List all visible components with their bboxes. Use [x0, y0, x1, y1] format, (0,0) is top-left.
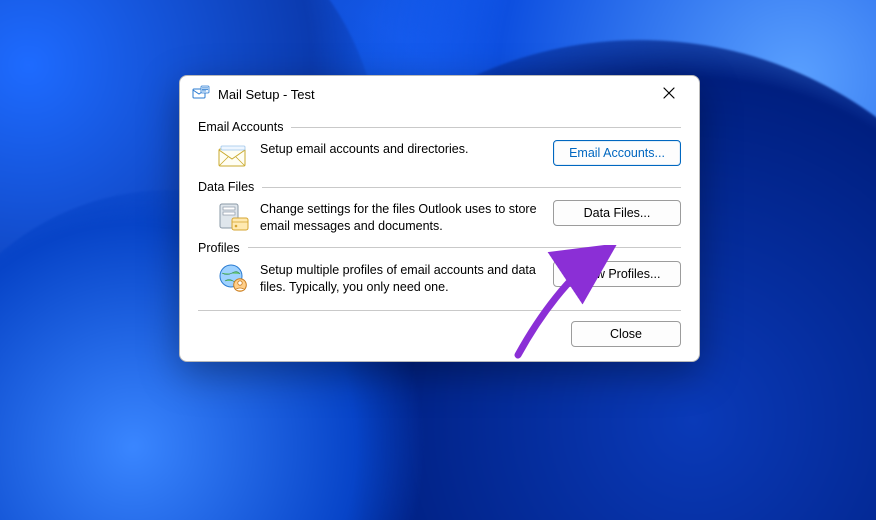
data-files-desc: Change settings for the files Outlook us…: [260, 200, 541, 235]
email-accounts-desc: Setup email accounts and directories.: [260, 140, 541, 158]
divider: [262, 187, 681, 188]
close-dialog-button[interactable]: Close: [571, 321, 681, 347]
close-icon: [663, 87, 675, 102]
group-heading-profiles: Profiles: [198, 241, 240, 255]
dialog-footer: Close: [198, 321, 681, 347]
dialog-body: Email Accounts Setup email accounts and …: [180, 112, 699, 361]
group-email-accounts: Email Accounts Setup email accounts and …: [198, 120, 681, 174]
desktop-wallpaper: Mail Setup - Test Email Accounts: [0, 0, 876, 520]
close-button[interactable]: [649, 80, 689, 108]
group-heading-email: Email Accounts: [198, 120, 283, 134]
profile-globe-icon: [216, 261, 250, 295]
divider: [198, 310, 681, 311]
email-accounts-button[interactable]: Email Accounts...: [553, 140, 681, 166]
profiles-desc: Setup multiple profiles of email account…: [260, 261, 541, 296]
show-profiles-button[interactable]: Show Profiles...: [553, 261, 681, 287]
data-files-button[interactable]: Data Files...: [553, 200, 681, 226]
mail-app-icon: [192, 85, 210, 103]
group-data-files: Data Files Change setti: [198, 180, 681, 235]
group-profiles: Profiles Setup multiple: [198, 241, 681, 296]
titlebar: Mail Setup - Test: [180, 76, 699, 112]
dialog-title: Mail Setup - Test: [218, 87, 315, 102]
storage-icon: [216, 200, 250, 234]
group-heading-data-files: Data Files: [198, 180, 254, 194]
envelope-icon: [216, 140, 250, 174]
mail-setup-dialog: Mail Setup - Test Email Accounts: [179, 75, 700, 362]
divider: [248, 247, 681, 248]
divider: [291, 127, 681, 128]
